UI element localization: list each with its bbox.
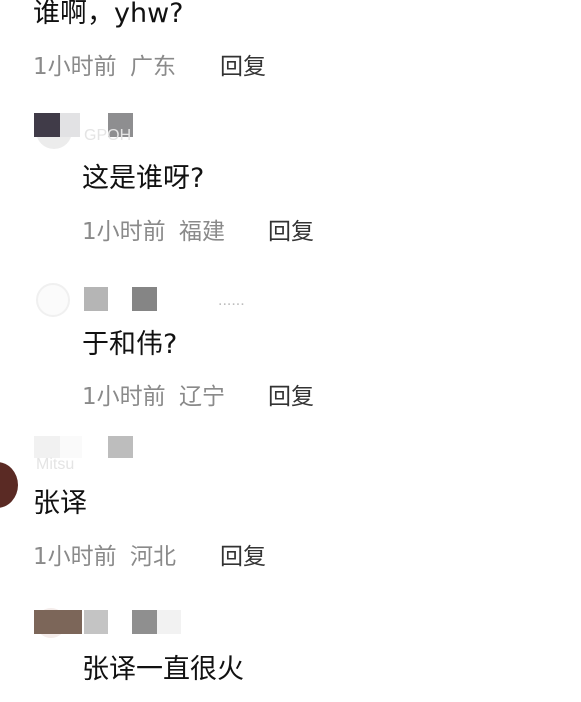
avatar[interactable]	[36, 283, 70, 317]
comment-text: 谁啊，yhw?	[33, 0, 184, 29]
avatar[interactable]	[0, 462, 18, 508]
comment-time: 1小时前	[82, 384, 166, 410]
username-fragment: Mitsu	[36, 456, 75, 473]
comment-location: 广东	[129, 54, 176, 80]
comment-meta: 1小时前 辽宁	[82, 382, 225, 412]
comment-location: 福建	[178, 219, 225, 245]
username-fragment: GPOH	[84, 127, 132, 144]
comment-location: 河北	[129, 544, 176, 570]
reply-button[interactable]: 回复	[220, 52, 266, 82]
comment-location: 辽宁	[178, 384, 225, 410]
comment-meta: 1小时前 河北	[33, 542, 176, 572]
comment-meta: 1小时前 广东	[33, 52, 176, 82]
username-fragment: ......	[218, 292, 245, 309]
comment-text: 张译	[33, 488, 87, 519]
comment-meta: 1小时前 福建	[82, 217, 225, 247]
comment-text: 于和伟?	[82, 329, 178, 360]
reply-button[interactable]: 回复	[268, 382, 314, 412]
reply-button[interactable]: 回复	[220, 542, 266, 572]
comment-time: 1小时前	[82, 219, 166, 245]
comment-text: 张译一直很火	[82, 654, 244, 685]
comment-time: 1小时前	[33, 54, 117, 80]
comment-text: 这是谁呀?	[82, 163, 205, 194]
reply-button[interactable]: 回复	[268, 217, 314, 247]
comment-time: 1小时前	[33, 544, 117, 570]
